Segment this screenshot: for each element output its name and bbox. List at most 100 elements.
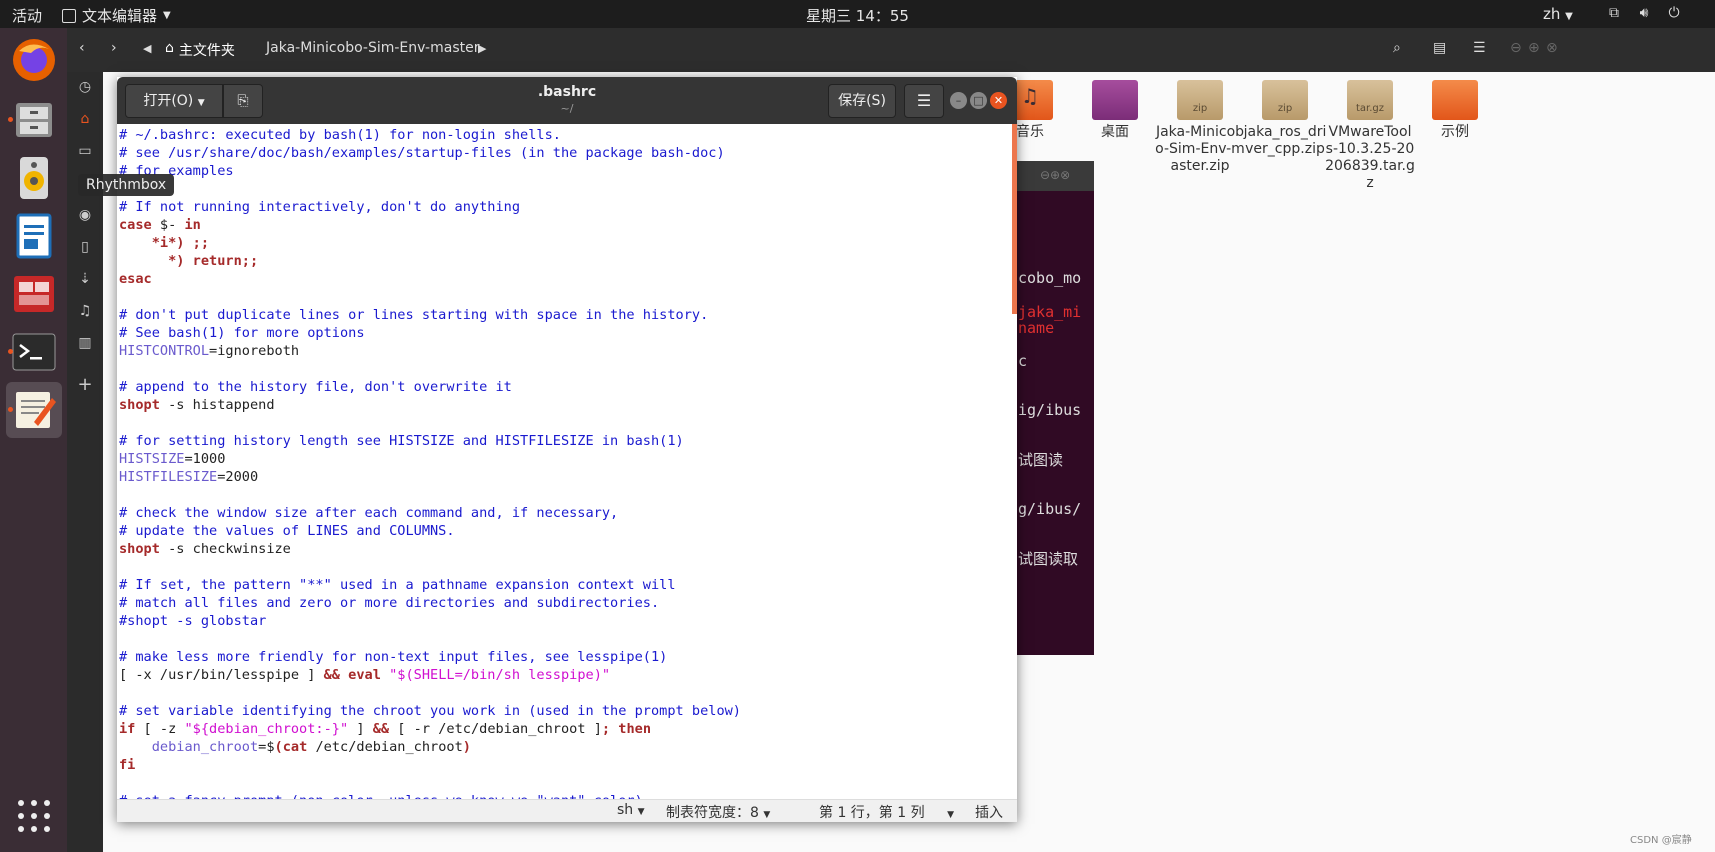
dock-impress[interactable] [6, 266, 62, 322]
minimize-icon[interactable]: – [950, 92, 967, 109]
terminal-line: 试图读取 [1018, 550, 1079, 568]
code-line: # check the window size after each comma… [119, 505, 619, 521]
code-line: # append to the history file, don't over… [119, 379, 512, 395]
code-line: #shopt -s globstar [119, 613, 267, 629]
sidebar-music-icon[interactable]: ♫ [73, 300, 97, 322]
code-line: *) return;; [168, 253, 259, 269]
document-writer-icon [16, 213, 52, 259]
dock [0, 28, 67, 852]
show-applications-icon[interactable] [18, 800, 50, 832]
forward-icon[interactable]: › [111, 40, 117, 56]
terminal-line: name [1018, 319, 1055, 337]
dock-firefox[interactable] [6, 32, 62, 88]
dock-text-editor[interactable] [6, 382, 62, 438]
path-right-arrow-icon[interactable]: ▶ [478, 42, 486, 55]
sidebar-pictures-icon[interactable]: ◉ [73, 204, 97, 226]
clock[interactable]: 星期三 14：55 [806, 7, 909, 25]
code-line: # update the values of LINES and COLUMNS… [119, 523, 455, 539]
gedit-headerbar: 打开(O) ▼ ⎘ .bashrc ~/ 保存(S) ☰ – □ ✕ [117, 77, 1017, 124]
file-item-ros-driver-zip[interactable]: zip jaka_ros_driver_cpp.zip [1240, 80, 1330, 158]
code-line: # See bash(1) for more options [119, 325, 365, 341]
search-icon[interactable]: ⌕ [1393, 40, 1401, 56]
sidebar-home-icon[interactable]: ⌂ [73, 108, 97, 130]
app-menu-label: 文本编辑器 [82, 7, 158, 25]
tar-icon: tar.gz [1347, 80, 1393, 120]
sidebar-downloads-icon[interactable]: ⇣ [73, 268, 97, 290]
terminal-window-controls-icon[interactable]: ⊖⊕⊗ [1040, 168, 1070, 182]
code-line: debian_chroot=$(cat /etc/debian_chroot) [151, 739, 471, 755]
hamburger-menu-icon[interactable]: ☰ [1473, 40, 1486, 56]
code-line: esac [119, 271, 152, 287]
maximize-icon[interactable]: □ [970, 92, 987, 109]
text-editor-area[interactable]: # ~/.bashrc: executed by bash(1) for non… [117, 124, 1017, 799]
sidebar-trash-icon[interactable]: ▥ [73, 332, 97, 354]
recent-icon[interactable]: ◷ [73, 76, 97, 98]
sidebar-add-icon[interactable]: + [73, 374, 97, 396]
activities-button[interactable]: 活动 [12, 5, 42, 26]
sidebar-documents-icon[interactable]: ▯ [73, 236, 97, 258]
file-item-vmware-tar[interactable]: tar.gz VMwareTools-10.3.25-20206839.tar.… [1325, 80, 1415, 192]
hamburger-menu-icon[interactable]: ☰ [904, 84, 944, 118]
firefox-icon [13, 39, 55, 81]
scroll-indicator[interactable] [1012, 124, 1017, 314]
files-minimize-icon[interactable]: ⊖ [1510, 40, 1522, 56]
view-options-icon[interactable]: ▤ [1433, 40, 1446, 56]
zip-icon: zip [1262, 80, 1308, 120]
file-label: 示例 [1441, 124, 1469, 140]
insert-mode-indicator[interactable]: 插入 [975, 802, 1003, 822]
dock-files[interactable] [6, 92, 62, 148]
language-selector[interactable]: sh ▼ [617, 802, 645, 818]
terminal-line: c [1018, 352, 1028, 370]
tab-width-selector[interactable]: 制表符宽度：8 ▼ [666, 802, 770, 822]
close-icon[interactable]: ✕ [990, 92, 1007, 109]
dock-terminal[interactable] [6, 324, 62, 380]
sidebar-folder-icon[interactable]: ▭ [73, 140, 97, 162]
path-left-arrow-icon[interactable]: ◀ [143, 42, 151, 55]
code-line: # set a fancy prompt (non-color, unless … [119, 792, 741, 799]
file-item-jaka-zip[interactable]: zip Jaka-Minicobo-Sim-Env-master.zip [1155, 80, 1245, 175]
code-content: # ~/.bashrc: executed by bash(1) for non… [119, 126, 741, 799]
background-terminal-window[interactable]: ⊖⊕⊗ cobo_mo jaka_mi name c ig/ibus 试图读 g… [1010, 161, 1094, 655]
path-segment-button[interactable]: Jaka-Minicobo-Sim-Env-master [266, 40, 479, 56]
examples-folder-icon [1432, 80, 1478, 120]
code-line: # for examples [119, 163, 234, 179]
text-editor-icon [62, 8, 76, 23]
code-line: # match all files and zero or more direc… [119, 595, 660, 611]
dock-writer[interactable] [6, 208, 62, 264]
files-close-icon[interactable]: ⊗ [1546, 40, 1558, 56]
file-label: VMwareTools-10.3.25-20206839.tar.gz [1325, 124, 1415, 191]
code-line: # If set, the pattern "**" used in a pat… [119, 577, 676, 593]
file-label: Jaka-Minicobo-Sim-Env-master.zip [1155, 124, 1245, 174]
file-item-desktop[interactable]: 桌面 [1070, 80, 1160, 141]
code-line: # ~/.bashrc: executed by bash(1) for non… [119, 127, 561, 143]
input-method-indicator[interactable]: zh ▼ [1543, 5, 1573, 23]
open-button[interactable]: 打开(O) ▼ [125, 84, 223, 118]
new-document-button[interactable]: ⎘ [223, 84, 263, 118]
code-line: [ -x /usr/bin/lesspipe ] && eval "$(SHEL… [119, 667, 611, 683]
file-label: 桌面 [1101, 124, 1129, 140]
gedit-window: 打开(O) ▼ ⎘ .bashrc ~/ 保存(S) ☰ – □ ✕ # ~/.… [117, 77, 1017, 822]
dock-tooltip: Rhythmbox [78, 174, 175, 196]
code-line: fi [119, 757, 136, 773]
file-item-examples[interactable]: 示例 [1410, 80, 1500, 141]
code-line: # set variable identifying the chroot yo… [119, 703, 741, 719]
save-button[interactable]: 保存(S) [828, 84, 896, 118]
path-home-button[interactable]: ⌂ 主文件夹 [165, 40, 235, 60]
code-line: case $- in [119, 217, 201, 233]
cursor-position[interactable]: 第 1 行，第 1 列 ▼ [819, 802, 954, 822]
path-home-label: 主文件夹 [178, 43, 235, 59]
code-line: HISTFILESIZE=2000 [119, 469, 259, 485]
dock-rhythmbox[interactable] [6, 150, 62, 206]
system-tray[interactable]: ⧉ 🔊︎ ⏻ [1606, 5, 1682, 21]
speaker-icon [20, 157, 48, 199]
app-menu[interactable]: 文本编辑器 ▼ [62, 5, 171, 26]
files-header: ‹ › ◀ ⌂ 主文件夹 Jaka-Minicobo-Sim-Env-maste… [67, 28, 1715, 72]
presentation-icon [14, 276, 54, 312]
code-line: HISTSIZE=1000 [119, 451, 226, 467]
files-maximize-icon[interactable]: ⊕ [1528, 40, 1540, 56]
chevron-down-icon: ▼ [197, 98, 205, 108]
back-icon[interactable]: ‹ [79, 40, 85, 56]
